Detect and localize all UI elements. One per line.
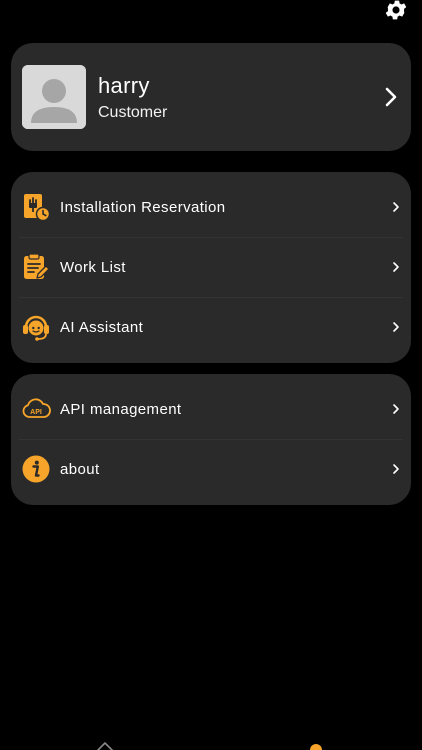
menu-item-work-list[interactable]: Work List [11, 237, 411, 297]
charger-clock-icon [21, 192, 51, 222]
chevron-right-icon [393, 262, 399, 272]
menu-item-installation-reservation[interactable]: Installation Reservation [11, 177, 411, 237]
avatar [22, 65, 86, 129]
gear-icon [385, 0, 407, 20]
avatar-placeholder-icon [22, 65, 86, 129]
chevron-right-icon [393, 464, 399, 474]
profile-screen: harry Customer Installation Reservation [0, 0, 422, 750]
chevron-right-icon [385, 87, 397, 107]
profile-icon[interactable] [308, 742, 324, 750]
home-icon[interactable] [93, 740, 117, 750]
menu-item-label: API management [60, 400, 182, 418]
menu-item-ai-assistant[interactable]: AI Assistant [11, 297, 411, 357]
profile-text: harry Customer [98, 72, 167, 122]
info-icon [21, 454, 51, 484]
menu-item-label: about [60, 460, 100, 478]
menu-item-label: Installation Reservation [60, 198, 226, 216]
menu-item-label: Work List [60, 258, 126, 276]
clipboard-edit-icon [21, 252, 51, 282]
profile-card[interactable]: harry Customer [11, 43, 411, 151]
chevron-right-icon [393, 202, 399, 212]
api-cloud-icon: API [21, 394, 51, 424]
secondary-menu-card: API API management about [11, 374, 411, 505]
menu-item-label: AI Assistant [60, 318, 144, 336]
profile-name: harry [98, 73, 150, 98]
profile-role: Customer [98, 104, 168, 121]
headset-assistant-icon [21, 312, 51, 342]
settings-button[interactable] [382, 0, 410, 24]
chevron-right-icon [393, 322, 399, 332]
menu-item-about[interactable]: about [11, 439, 411, 499]
primary-menu-card: Installation Reservation Work List AI As… [11, 172, 411, 363]
svg-text:API: API [30, 409, 42, 416]
chevron-right-icon [393, 404, 399, 414]
menu-item-api-management[interactable]: API API management [11, 379, 411, 439]
bottom-nav [0, 738, 422, 750]
